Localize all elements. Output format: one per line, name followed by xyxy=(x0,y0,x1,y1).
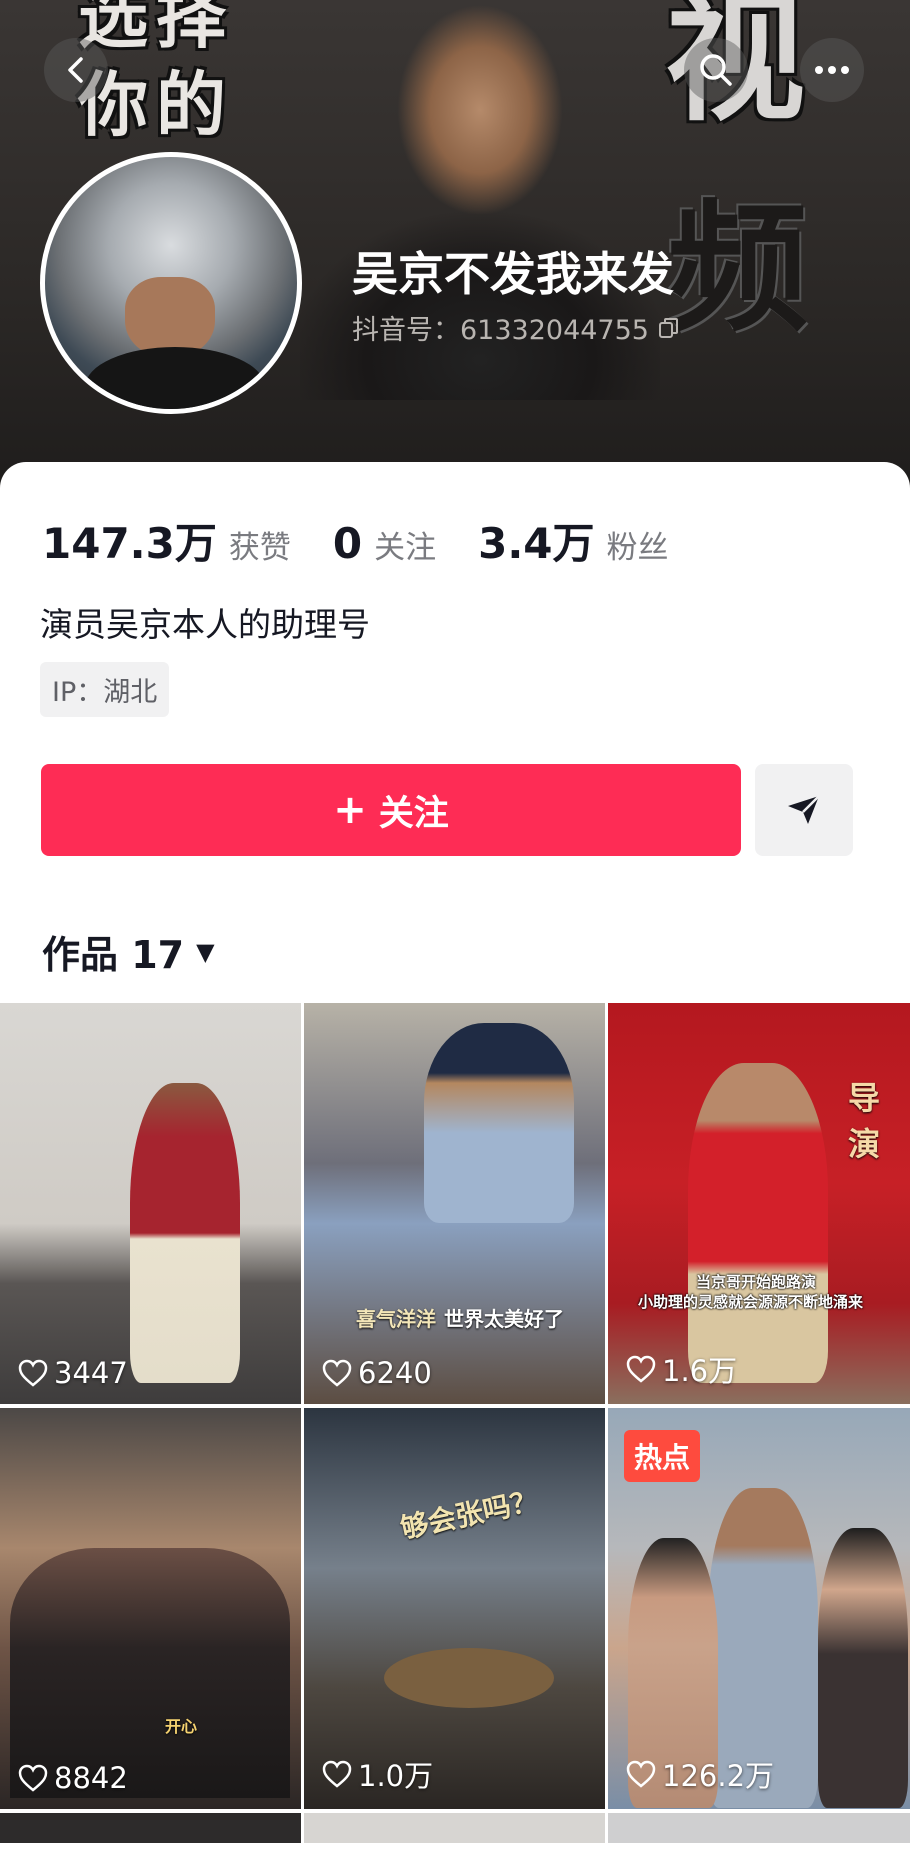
avatar[interactable] xyxy=(40,152,302,414)
back-button[interactable] xyxy=(44,38,108,102)
douyin-id-text: 抖音号：61332044755 xyxy=(352,315,649,346)
like-count: 3447 xyxy=(18,1356,128,1390)
like-count-value: 1.0万 xyxy=(358,1759,434,1793)
ip-location-tag: IP：湖北 xyxy=(40,662,170,717)
heart-icon xyxy=(18,1359,48,1387)
more-button[interactable] xyxy=(800,38,864,102)
video-tile[interactable] xyxy=(304,1813,605,1843)
stat-label: 获赞 xyxy=(228,530,291,566)
like-count-value: 126.2万 xyxy=(662,1759,775,1793)
video-tile[interactable]: 热点 126.2万 xyxy=(608,1408,910,1809)
heart-icon xyxy=(322,1760,352,1788)
avatar-face xyxy=(125,277,215,357)
search-icon xyxy=(700,54,732,86)
video-tile[interactable]: 3447 xyxy=(0,1003,301,1404)
copy-icon xyxy=(658,317,678,338)
video-subtitle: 小助理的灵感就会源源不断地涌来 xyxy=(638,1293,864,1311)
username: 吴京不发我来发 xyxy=(352,247,674,301)
like-count: 8842 xyxy=(18,1761,128,1795)
douyin-id[interactable]: 抖音号：61332044755 xyxy=(352,308,681,347)
chevron-left-icon xyxy=(68,57,83,83)
stat-value: 0 xyxy=(332,519,363,568)
video-caption: 开心 xyxy=(165,1717,198,1736)
more-dots-icon xyxy=(815,66,849,74)
share-button[interactable] xyxy=(755,764,853,856)
like-count-value: 6240 xyxy=(358,1356,432,1390)
stat-likes[interactable]: 147.3万 获赞 xyxy=(42,510,291,571)
video-thumbnail-person xyxy=(688,1063,828,1383)
video-caption: 够会张吗？ xyxy=(397,1483,542,1546)
works-tab[interactable]: 作品 17 ▼ xyxy=(42,924,215,979)
video-thumbnail-table xyxy=(384,1648,554,1708)
like-count: 1.0万 xyxy=(322,1753,433,1795)
bio-text: 演员吴京本人的助理号 xyxy=(40,605,370,644)
like-count: 126.2万 xyxy=(626,1753,774,1795)
stats-row: 147.3万 获赞 0 关注 3.4万 粉丝 xyxy=(42,510,711,571)
banner-text: 频 xyxy=(668,188,809,351)
stat-label: 关注 xyxy=(374,530,437,566)
video-thumbnail-person xyxy=(424,1023,574,1223)
like-count-value: 3447 xyxy=(54,1356,128,1390)
heart-icon xyxy=(626,1760,656,1788)
video-grid: 3447 喜气洋洋 世界太美好了 6240 导演 当京哥开始跑路演 小助理的灵感… xyxy=(0,1003,910,1843)
plus-icon: + xyxy=(333,787,367,833)
video-tile[interactable]: 够会张吗？ 1.0万 xyxy=(304,1408,605,1809)
like-count: 1.6万 xyxy=(626,1348,737,1390)
video-tile[interactable]: 开心 8842 xyxy=(0,1408,301,1809)
video-thumbnail-person xyxy=(818,1528,908,1808)
video-caption: 喜气洋洋 xyxy=(356,1307,436,1331)
banner-text: 选择 xyxy=(78,0,234,58)
follow-button-label: 关注 xyxy=(378,793,449,834)
profile-header-banner: 选择 你的 视 频 吴京不发我来发 抖音号：61332044755 xyxy=(0,0,910,490)
follow-button[interactable]: + 关注 xyxy=(41,764,741,856)
video-tile[interactable] xyxy=(608,1813,910,1843)
video-tile[interactable]: 喜气洋洋 世界太美好了 6240 xyxy=(304,1003,605,1404)
video-caption: 世界太美好了 xyxy=(444,1307,564,1331)
send-arrow-icon xyxy=(788,795,820,824)
like-count-value: 1.6万 xyxy=(662,1354,738,1388)
like-count-value: 8842 xyxy=(54,1761,128,1795)
video-subtitle: 当京哥开始跑路演 xyxy=(696,1273,817,1291)
like-count: 6240 xyxy=(322,1356,432,1390)
video-tile[interactable] xyxy=(0,1813,301,1843)
stat-value: 147.3万 xyxy=(42,519,217,568)
video-thumbnail-person xyxy=(130,1083,240,1383)
video-tile[interactable]: 导演 当京哥开始跑路演 小助理的灵感就会源源不断地涌来 1.6万 xyxy=(608,1003,910,1404)
search-button[interactable] xyxy=(684,38,748,102)
stat-following[interactable]: 0 关注 xyxy=(333,519,436,568)
avatar-shirt xyxy=(85,347,265,409)
works-tab-label: 作品 17 xyxy=(42,933,185,977)
stat-value: 3.4万 xyxy=(478,519,595,568)
hot-badge: 热点 xyxy=(624,1430,701,1482)
heart-icon xyxy=(322,1359,352,1387)
stat-label: 粉丝 xyxy=(606,530,669,566)
stat-followers[interactable]: 3.4万 粉丝 xyxy=(478,510,668,571)
heart-icon xyxy=(626,1355,656,1383)
poster-text: 导演 xyxy=(848,1079,881,1163)
heart-icon xyxy=(18,1764,48,1792)
caret-down-icon: ▼ xyxy=(196,937,215,966)
